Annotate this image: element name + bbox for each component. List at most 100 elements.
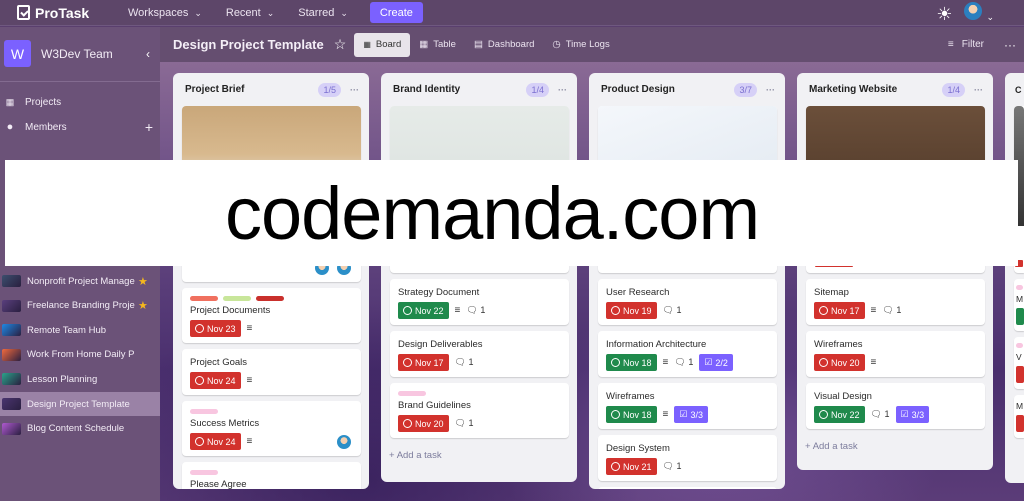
due-date-badge[interactable]	[1016, 308, 1024, 325]
task-card[interactable]: Success Metrics Nov 24 ≡	[182, 401, 361, 456]
sidebar-board-item[interactable]: Design Project Template	[0, 392, 160, 416]
column-menu-icon[interactable]: ···	[558, 85, 567, 95]
menu-label: Recent	[225, 6, 261, 19]
tab-dashboard[interactable]: ▤ Dashboard	[465, 33, 543, 57]
board-icon: ▦	[5, 96, 15, 107]
completed-count-badge: 1/5	[318, 82, 341, 97]
description-icon: ≡	[662, 409, 669, 420]
column-menu-icon[interactable]: ···	[350, 85, 359, 95]
due-date-badge[interactable]: Nov 17	[814, 302, 865, 319]
due-date: Nov 24	[207, 436, 236, 447]
card-label	[1016, 343, 1023, 348]
recent-menu[interactable]: Recent ⌄	[226, 7, 274, 19]
add-task-button[interactable]: + Add a task	[381, 438, 577, 477]
column-menu-icon[interactable]: ···	[766, 85, 775, 95]
board-thumbnail	[2, 299, 21, 312]
due-date-badge[interactable]: Nov 20	[814, 354, 865, 371]
tab-table[interactable]: ▦ Table	[410, 33, 465, 57]
due-date-badge[interactable]: Nov 18	[606, 354, 657, 371]
due-date: Nov 24	[207, 375, 236, 386]
task-card[interactable]: Brand Guidelines Nov 20 🗨︎ 1	[390, 383, 569, 438]
tab-board[interactable]: ▦ Board	[354, 32, 411, 57]
card-label	[223, 296, 251, 301]
completed-count-badge: 1/4	[942, 82, 965, 97]
user-menu[interactable]: ⌄	[964, 2, 994, 25]
board-name: Remote Team Hub	[27, 324, 107, 336]
task-card[interactable]: Wireframes Nov 18 ≡ ☑ 3/3	[598, 383, 777, 429]
card-title: Information Architecture	[606, 339, 707, 350]
sidebar-item-label: Members	[25, 121, 67, 133]
due-date: Nov 18	[623, 409, 652, 420]
due-date-badge[interactable]: Nov 19	[606, 302, 657, 319]
due-date-badge[interactable]: Nov 21	[606, 458, 657, 475]
workspaces-menu[interactable]: Workspaces ⌄	[128, 7, 202, 19]
due-date-badge[interactable]: Nov 17	[398, 354, 449, 371]
task-card[interactable]	[598, 487, 777, 489]
sidebar-board-item[interactable]: Lesson Planning	[0, 367, 160, 391]
due-date-badge[interactable]: Nov 24	[190, 372, 241, 389]
task-card[interactable]: V	[1014, 337, 1024, 389]
card-title: M	[1016, 401, 1024, 411]
task-card[interactable]: Project Goals Nov 24 ≡	[182, 349, 361, 395]
task-card[interactable]: Design Deliverables Nov 17 🗨︎ 1	[390, 331, 569, 377]
task-card[interactable]: Visual Design Nov 22 🗨︎ 1 ☑ 3/3	[806, 383, 985, 429]
task-card[interactable]: Sitemap Nov 17 ≡ 🗨︎ 1	[806, 279, 985, 325]
task-card[interactable]: Wireframes Nov 20 ≡	[806, 331, 985, 377]
card-title: Wireframes	[606, 391, 655, 402]
sidebar-board-item[interactable]: Remote Team Hub	[0, 318, 160, 342]
task-card[interactable]: User Research Nov 19 🗨︎ 1	[598, 279, 777, 325]
sidebar-item-members[interactable]: ● Members +	[0, 116, 160, 138]
task-card[interactable]: Project Documents Nov 23 ≡	[182, 288, 361, 343]
filter-button[interactable]: ≡ Filter	[948, 39, 984, 50]
comment-number: 1	[896, 305, 902, 315]
sidebar-board-item[interactable]: Blog Content Schedule	[0, 417, 160, 441]
column-header: C	[1005, 73, 1024, 106]
due-date: Nov 20	[831, 357, 860, 368]
checklist-progress: 3/3	[911, 409, 925, 420]
add-task-button[interactable]: + Add a task	[797, 429, 993, 468]
sun-icon[interactable]: ☀	[936, 4, 952, 24]
due-date-badge[interactable]: Nov 23	[190, 320, 241, 337]
column-menu-icon[interactable]: ···	[974, 85, 983, 95]
due-date-badge[interactable]: Nov 22	[814, 406, 865, 423]
board-name: Design Project Template	[27, 398, 130, 410]
due-date-badge[interactable]: Nov 18	[606, 406, 657, 423]
task-card[interactable]: Information Architecture Nov 18 ≡ 🗨︎ 1 ☑ 2/2	[598, 331, 777, 377]
task-card[interactable]: Design System Nov 21 🗨︎ 1	[598, 435, 777, 481]
star-filled-icon[interactable]: ★	[138, 299, 148, 312]
task-card[interactable]: Strategy Document Nov 22 ≡ 🗨︎ 1	[390, 279, 569, 325]
menu-label: Workspaces	[128, 6, 189, 19]
task-card[interactable]: M	[1014, 279, 1024, 331]
due-date: Nov 22	[415, 305, 444, 316]
board-icon: ▦	[363, 40, 371, 49]
add-member-icon[interactable]: +	[145, 119, 153, 135]
due-date-badge[interactable]: Nov 20	[398, 415, 449, 432]
description-icon: ≡	[246, 375, 253, 386]
collapse-sidebar-icon[interactable]: ‹	[146, 47, 150, 61]
sidebar-item-projects[interactable]: ▦ Projects	[0, 91, 160, 113]
due-date-badge[interactable]	[1016, 366, 1024, 383]
due-date-badge[interactable]: Nov 22	[398, 302, 449, 319]
tab-time-logs[interactable]: ◷ Time Logs	[543, 33, 618, 57]
sidebar-board-item[interactable]: Freelance Branding Project ★	[0, 294, 160, 318]
comment-count: 🗨︎ 1	[455, 418, 474, 429]
starred-menu[interactable]: Starred ⌄	[298, 7, 348, 19]
sidebar-board-item[interactable]: Nonprofit Project Management★	[0, 269, 160, 293]
sidebar-board-item[interactable]: Work From Home Daily Planner	[0, 343, 160, 367]
comment-number: 1	[676, 305, 682, 315]
task-card[interactable]: M	[1014, 395, 1024, 438]
comment-number: 1	[676, 461, 682, 471]
star-icon[interactable]: ☆	[334, 36, 347, 53]
app-logo[interactable]: ProTask	[17, 5, 109, 21]
task-card[interactable]: Please Agree	[182, 462, 361, 489]
create-button[interactable]: Create	[369, 2, 423, 23]
due-date-badge[interactable]: Nov 24	[190, 433, 241, 450]
more-options-icon[interactable]: ···	[1004, 38, 1016, 52]
card-title: Project Documents	[190, 305, 271, 316]
due-date: Nov 23	[207, 323, 236, 334]
due-date: Nov 22	[831, 409, 860, 420]
column-title: C	[1015, 84, 1022, 95]
board-name: Nonprofit Project Management	[27, 275, 135, 287]
star-filled-icon[interactable]: ★	[138, 275, 148, 288]
due-date-badge[interactable]	[1016, 415, 1024, 432]
